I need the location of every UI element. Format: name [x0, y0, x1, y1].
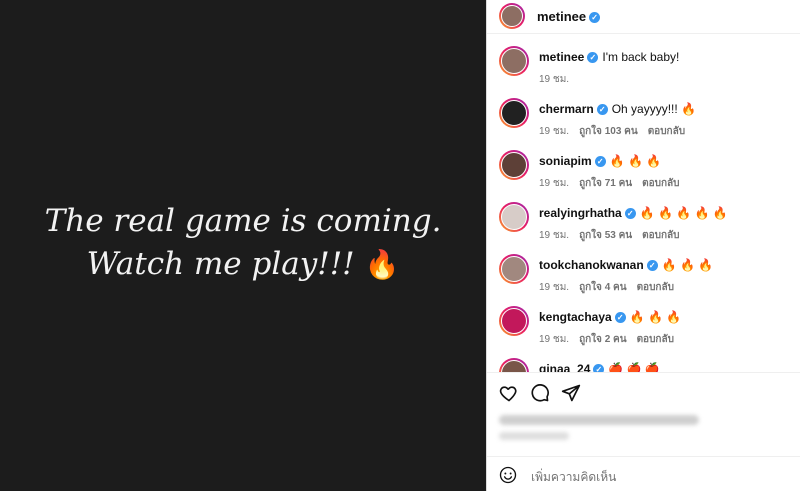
- comment-username[interactable]: kengtachaya: [539, 310, 612, 324]
- comment-time: 19 ชม.: [539, 74, 570, 85]
- comment-likes[interactable]: ถูกใจ 4 คน: [579, 282, 627, 293]
- reply-button[interactable]: ตอบกลับ: [648, 126, 685, 137]
- comment-username[interactable]: soniapim: [539, 154, 592, 168]
- comment-time: 19 ชม.: [539, 334, 570, 345]
- comment-time: 19 ชม.: [539, 230, 570, 241]
- post-image: The real game is coming. Watch me play!!…: [0, 0, 486, 491]
- likes-summary-blurred: [499, 412, 729, 446]
- verified-badge-icon: ✓: [596, 104, 608, 116]
- comment-text: 🔥 🔥 🔥: [629, 310, 682, 324]
- comment-text: Oh yayyyy!!! 🔥: [611, 102, 696, 116]
- post-text-line1: The real game is coming.: [44, 203, 442, 239]
- comment-likes[interactable]: ถูกใจ 53 คน: [579, 230, 632, 241]
- verified-badge-icon: ✓: [624, 208, 636, 220]
- heart-icon[interactable]: [499, 383, 519, 403]
- verified-badge-icon: ✓: [646, 260, 658, 272]
- comment-likes[interactable]: ถูกใจ 71 คน: [579, 178, 632, 189]
- verified-badge-icon: ✓: [587, 52, 599, 64]
- avatar[interactable]: [499, 46, 529, 76]
- reply-button[interactable]: ตอบกลับ: [637, 334, 674, 345]
- comment-likes[interactable]: ถูกใจ 103 คน: [579, 126, 638, 137]
- avatar[interactable]: [499, 358, 529, 372]
- avatar[interactable]: [499, 150, 529, 180]
- reply-button[interactable]: ตอบกลับ: [637, 282, 674, 293]
- post-header: metinee ✓: [487, 0, 800, 34]
- comment-item: kengtachaya ✓ 🔥 🔥 🔥 19 ชม. ถูกใจ 2 คน ตอบกลั…: [487, 302, 800, 354]
- comment-text: 🔥 🔥 🔥: [609, 154, 662, 168]
- avatar[interactable]: [499, 3, 525, 29]
- comment-item: ginaa_24 ✓ 🍎 🍎 🍎: [487, 354, 800, 372]
- reply-button[interactable]: ตอบกลับ: [642, 230, 679, 241]
- comment-text: 🔥 🔥 🔥: [661, 258, 714, 272]
- comment-item: chermarn ✓ Oh yayyyy!!! 🔥 19 ชม. ถูกใจ 103 …: [487, 94, 800, 146]
- post-text-line2: Watch me play!!!: [86, 246, 355, 282]
- comment-likes[interactable]: ถูกใจ 2 คน: [579, 334, 627, 345]
- comment-list[interactable]: metinee ✓ I'm back baby! 19 ชม. chermarn ✓ O…: [487, 34, 800, 372]
- share-icon[interactable]: [561, 383, 581, 403]
- verified-badge-icon: ✓: [594, 156, 606, 168]
- header-username[interactable]: metinee ✓: [537, 9, 601, 24]
- comment-time: 19 ชม.: [539, 282, 570, 293]
- avatar[interactable]: [499, 254, 529, 284]
- comment-username[interactable]: ginaa_24: [539, 362, 590, 372]
- action-bar: [487, 372, 800, 412]
- add-comment-bar: เพิ่มความคิดเห็น: [487, 456, 800, 491]
- comment-username[interactable]: metinee: [539, 50, 584, 64]
- comment-username[interactable]: tookchanokwanan: [539, 258, 644, 272]
- comment-icon[interactable]: [530, 383, 550, 403]
- blurred-text: [499, 415, 699, 425]
- comment-username[interactable]: realyingrhatha: [539, 206, 622, 220]
- avatar[interactable]: [499, 306, 529, 336]
- fire-emoji: 🔥: [364, 248, 400, 281]
- reply-button[interactable]: ตอบกลับ: [642, 178, 679, 189]
- comment-username[interactable]: chermarn: [539, 102, 594, 116]
- comment-input[interactable]: เพิ่มความคิดเห็น: [531, 468, 616, 487]
- avatar[interactable]: [499, 202, 529, 232]
- comment-text: 🍎 🍎 🍎: [608, 362, 660, 372]
- comment-text: I'm back baby!: [602, 50, 680, 64]
- verified-badge-icon: ✓: [589, 12, 601, 24]
- post-caption-image-text: The real game is coming. Watch me play!!…: [0, 200, 486, 286]
- avatar[interactable]: [499, 98, 529, 128]
- post-side-panel: metinee ✓ metinee ✓ I'm back baby! 19 ชม. c…: [486, 0, 800, 491]
- comment-item: metinee ✓ I'm back baby! 19 ชม.: [487, 42, 800, 94]
- comment-item: realyingrhatha ✓ 🔥 🔥 🔥 🔥 🔥 19 ชม. ถูกใจ 53 …: [487, 198, 800, 250]
- verified-badge-icon: ✓: [614, 312, 626, 324]
- smiley-icon[interactable]: [499, 466, 517, 484]
- comment-item: soniapim ✓ 🔥 🔥 🔥 19 ชม. ถูกใจ 71 คน ตอบกลับ: [487, 146, 800, 198]
- comment-text: 🔥 🔥 🔥 🔥 🔥: [639, 206, 728, 220]
- blurred-text: [499, 432, 569, 440]
- comment-time: 19 ชม.: [539, 126, 570, 137]
- verified-badge-icon: ✓: [593, 364, 605, 372]
- comment-item: tookchanokwanan ✓ 🔥 🔥 🔥 19 ชม. ถูกใจ 4 คน ตอ…: [487, 250, 800, 302]
- comment-time: 19 ชม.: [539, 178, 570, 189]
